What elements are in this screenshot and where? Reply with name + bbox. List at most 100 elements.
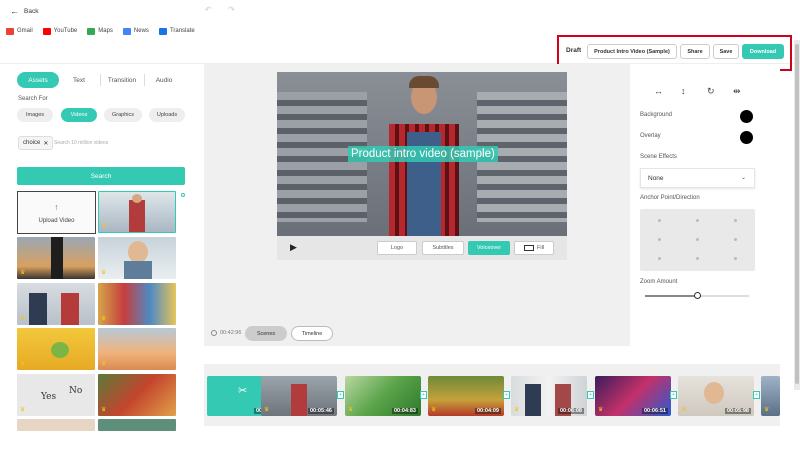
scene-clip[interactable]: ♛ 00:04:83 <box>345 376 421 416</box>
asset-thumbnail[interactable] <box>98 419 176 431</box>
bookmark-translate[interactable]: Translate <box>158 27 195 35</box>
youtube-icon <box>42 27 51 35</box>
bookmark-news[interactable]: News <box>122 27 149 35</box>
flip-vertical-icon[interactable]: ↕ <box>681 86 686 96</box>
tab-divider <box>100 74 101 86</box>
bookmark-youtube[interactable]: YouTube <box>42 27 77 35</box>
bookmark-maps[interactable]: Maps <box>87 27 113 35</box>
close-icon[interactable]: ✕ <box>43 140 48 147</box>
add-transition-icon[interactable]: + <box>670 391 677 399</box>
voiceover-button[interactable]: Voiceover <box>468 241 510 255</box>
crown-icon: ♛ <box>20 407 26 413</box>
add-transition-icon[interactable]: + <box>337 391 344 399</box>
asset-thumbnail[interactable]: ♛ <box>98 374 176 416</box>
overlay-color-swatch[interactable] <box>740 131 753 144</box>
upload-video-tile[interactable]: ↑ Upload Video <box>17 191 96 234</box>
tab-audio[interactable]: Audio <box>147 72 181 88</box>
asset-thumbnail[interactable]: ♛ <box>17 283 95 325</box>
anchor-point[interactable] <box>658 257 661 260</box>
gmail-icon <box>6 27 14 35</box>
crown-icon: ♛ <box>102 223 108 229</box>
play-icon[interactable]: ▶ <box>290 242 297 253</box>
share-button[interactable]: Share <box>680 44 710 59</box>
timeline-toggle[interactable]: Timeline <box>291 326 333 341</box>
title-overlay[interactable]: Product intro video (sample) <box>348 146 498 162</box>
scene-clip[interactable]: ♛ 00:04:09 <box>428 376 504 416</box>
asset-thumbnail[interactable]: ♛ <box>17 328 95 370</box>
background-label: Background <box>640 112 673 118</box>
page-scrollbar-thumb[interactable] <box>795 44 799 384</box>
scene-clip[interactable]: ♛ 00:05:98 <box>678 376 754 416</box>
arrow-up-icon: ↑ <box>54 201 59 212</box>
news-icon <box>122 27 131 35</box>
anchor-point[interactable] <box>734 219 737 222</box>
anchor-point[interactable] <box>658 219 661 222</box>
maps-icon <box>87 27 96 35</box>
logo-button[interactable]: Logo <box>377 241 417 255</box>
search-button[interactable]: Search <box>17 167 185 185</box>
asset-thumbnail[interactable]: Yes No ♛ <box>17 374 95 416</box>
anchor-point[interactable] <box>658 238 661 241</box>
asset-thumbnail[interactable]: ♛ <box>98 191 176 233</box>
crown-icon: ♛ <box>348 407 354 413</box>
download-button[interactable]: Download <box>742 44 784 59</box>
search-for-label: Search For <box>18 96 48 102</box>
fill-button[interactable]: Fill <box>514 241 554 255</box>
asset-thumbnail[interactable]: ♛ <box>98 283 176 325</box>
asset-thumbnail[interactable]: ♛ <box>98 237 176 279</box>
scene-clip[interactable]: ♛ <box>761 376 780 416</box>
back-button[interactable]: ← Back <box>10 6 38 16</box>
total-duration: 00:42:96 <box>211 330 241 336</box>
rotate-icon[interactable]: ↻ <box>707 86 715 97</box>
add-transition-icon[interactable]: + <box>503 391 510 399</box>
save-button[interactable]: Save <box>713 44 739 59</box>
crown-icon: ♛ <box>20 361 26 367</box>
anchor-point[interactable] <box>696 238 699 241</box>
scene-clip[interactable]: ♛ 00:06:51 <box>595 376 671 416</box>
tab-divider <box>144 74 145 86</box>
filter-videos[interactable]: Videos <box>61 108 97 122</box>
subtitles-button[interactable]: Subtitles <box>422 241 464 255</box>
add-transition-icon[interactable]: + <box>753 391 760 399</box>
add-transition-icon[interactable]: + <box>420 391 427 399</box>
tab-assets[interactable]: Assets <box>17 72 59 88</box>
crown-icon: ♛ <box>20 270 26 276</box>
background-color-swatch[interactable] <box>740 110 753 123</box>
scene-clip[interactable]: ♛ 00:05:46 <box>261 376 337 416</box>
add-transition-icon[interactable]: + <box>587 391 594 399</box>
crown-icon: ♛ <box>764 407 770 413</box>
mirror-icon[interactable]: ⇹ <box>733 86 741 97</box>
scene-effects-select[interactable]: None ⌄ <box>640 168 755 188</box>
anchor-point[interactable] <box>696 219 699 222</box>
translate-icon <box>158 27 167 35</box>
anchor-point[interactable] <box>734 257 737 260</box>
undo-icon[interactable]: ↶ <box>205 5 212 14</box>
asset-thumbnail[interactable]: ♛ <box>98 328 176 370</box>
scenes-toggle[interactable]: Scenes <box>245 326 287 341</box>
asset-thumbnail[interactable]: ♛ <box>17 237 95 279</box>
scene-clip[interactable]: ♛ 00:06:08 <box>511 376 587 416</box>
filter-uploads[interactable]: Uploads <box>149 108 185 122</box>
anchor-point-grid[interactable] <box>640 209 755 271</box>
filter-graphics[interactable]: Graphics <box>104 108 142 122</box>
crown-icon: ♛ <box>101 270 107 276</box>
anchor-point[interactable] <box>696 257 699 260</box>
filter-images[interactable]: Images <box>17 108 53 122</box>
anchor-label: Anchor Point/Direction <box>640 195 700 201</box>
anchor-point[interactable] <box>734 238 737 241</box>
crown-icon: ♛ <box>20 316 26 322</box>
flip-horizontal-icon[interactable]: ↔ <box>654 86 663 96</box>
project-title-button[interactable]: Product Intro Video (Sample) <box>587 44 677 59</box>
redo-icon[interactable]: ↷ <box>228 5 235 14</box>
asset-thumbnail[interactable] <box>17 419 95 431</box>
search-input[interactable]: Search 10 million videos <box>54 140 108 146</box>
crown-icon: ♛ <box>101 361 107 367</box>
tab-text[interactable]: Text <box>62 72 96 88</box>
bookmark-gmail[interactable]: Gmail <box>6 27 33 35</box>
tab-transition[interactable]: Transition <box>103 72 141 88</box>
crown-icon: ♛ <box>101 316 107 322</box>
zoom-label: Zoom Amount <box>640 279 678 285</box>
search-tag-chip[interactable]: choice ✕ <box>18 136 54 150</box>
properties-panel <box>630 64 780 346</box>
zoom-slider-handle[interactable] <box>694 292 701 299</box>
